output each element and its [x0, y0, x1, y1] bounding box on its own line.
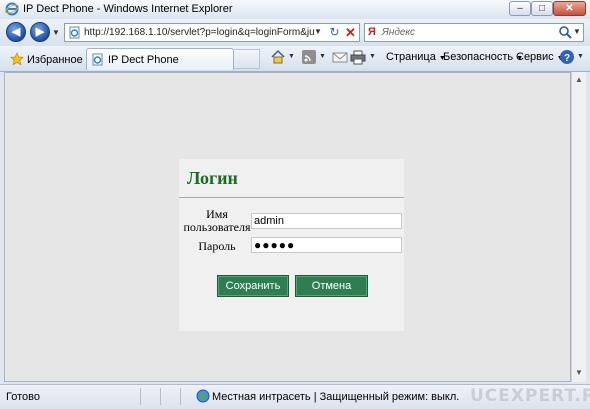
back-button[interactable]: ◀: [6, 22, 26, 42]
favorites-label: Избранное: [27, 54, 83, 66]
divider: [180, 388, 181, 405]
username-field[interactable]: admin: [251, 213, 402, 229]
title-bar: IP Dect Phone - Windows Internet Explore…: [0, 0, 590, 20]
svg-text:?: ?: [564, 53, 570, 64]
tools-menu[interactable]: Сервис ▼: [516, 51, 564, 63]
username-label: Имя пользователя: [183, 207, 251, 234]
refresh-icon[interactable]: ↻: [327, 25, 342, 40]
page-viewport: Логин Имя пользователя admin Пароль ●●●●…: [4, 72, 571, 382]
address-input[interactable]: http://192.168.1.10/servlet?p=login&q=lo…: [84, 27, 314, 38]
new-tab-button[interactable]: [234, 49, 260, 69]
tab-label: IP Dect Phone: [108, 54, 179, 66]
forward-icon: ▶: [35, 26, 45, 38]
page-menu-label: Страница: [386, 51, 436, 63]
yandex-logo: Я: [368, 26, 376, 38]
mail-icon[interactable]: [332, 49, 348, 65]
page-icon: [92, 53, 103, 66]
back-icon: ◀: [11, 26, 21, 38]
scroll-down-icon[interactable]: ▼: [575, 368, 583, 377]
favorites-toolbar: Избранное IP Dect Phone ▼ ▼ ▼ Страница ▼…: [0, 46, 590, 72]
vertical-scrollbar[interactable]: ▲ ▼: [571, 72, 586, 382]
status-text: Готово: [6, 391, 40, 403]
maximize-button[interactable]: □: [531, 1, 553, 16]
print-dropdown[interactable]: ▼: [369, 53, 376, 60]
window-title: IP Dect Phone - Windows Internet Explore…: [23, 3, 233, 15]
tab-ip-dect-phone[interactable]: IP Dect Phone: [86, 48, 234, 70]
security-zone-text: Местная интрасеть | Защищенный режим: вы…: [212, 391, 460, 403]
favorites-button[interactable]: Избранное: [6, 49, 83, 67]
divider: [160, 388, 161, 405]
home-dropdown[interactable]: ▼: [288, 53, 295, 60]
history-dropdown[interactable]: ▼: [52, 28, 60, 37]
status-bar: Готово Местная интрасеть | Защищенный ре…: [0, 384, 590, 409]
help-icon[interactable]: ?: [559, 49, 575, 65]
stop-icon[interactable]: ✕: [343, 25, 358, 40]
login-panel: Логин Имя пользователя admin Пароль ●●●●…: [179, 159, 404, 331]
watermark: UCEXPERT.RU: [470, 386, 590, 406]
login-title: Логин: [187, 168, 238, 188]
help-dropdown[interactable]: ▼: [577, 53, 584, 60]
address-bar[interactable]: http://192.168.1.10/servlet?p=login&q=lo…: [64, 23, 360, 42]
globe-icon: [196, 389, 210, 403]
safety-menu-label: Безопасность: [443, 51, 514, 63]
search-dropdown[interactable]: ▼: [573, 27, 581, 36]
divider: [140, 388, 141, 405]
star-icon: [10, 52, 24, 66]
save-button[interactable]: Сохранить: [217, 275, 289, 297]
cancel-button[interactable]: Отмена: [295, 275, 368, 297]
feeds-icon[interactable]: [301, 49, 317, 65]
forward-button[interactable]: ▶: [30, 22, 50, 42]
search-input[interactable]: Яндекс: [382, 27, 415, 38]
page-icon: [69, 26, 80, 39]
print-icon[interactable]: [350, 49, 366, 65]
search-box[interactable]: Я Яндекс ▼: [364, 23, 584, 42]
page-menu[interactable]: Страница ▼: [386, 51, 446, 63]
safety-menu[interactable]: Безопасность ▼: [443, 51, 523, 63]
scroll-up-icon[interactable]: ▲: [575, 75, 583, 84]
close-button[interactable]: ✕: [553, 1, 586, 16]
password-label: Пароль: [198, 239, 236, 253]
password-field[interactable]: ●●●●●: [251, 237, 402, 253]
ie-logo-icon: [5, 2, 19, 16]
address-toolbar: ◀ ▶ ▼ http://192.168.1.10/servlet?p=logi…: [0, 19, 590, 46]
home-icon[interactable]: [270, 49, 286, 65]
address-dropdown[interactable]: ▼: [314, 27, 322, 36]
feeds-dropdown[interactable]: ▼: [319, 53, 326, 60]
minimize-button[interactable]: –: [509, 1, 531, 16]
divider: [179, 197, 404, 198]
tools-menu-label: Сервис: [516, 51, 554, 63]
search-icon[interactable]: [558, 25, 572, 39]
